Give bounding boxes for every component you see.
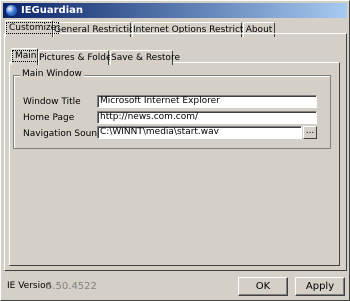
tab-customize-label: Customize — [6, 22, 60, 34]
subtab-main[interactable]: Main — [11, 48, 40, 65]
ie-version-value: 5.50.4522 — [46, 281, 97, 292]
browse-button[interactable]: ... — [303, 126, 317, 139]
apply-button[interactable]: Apply — [295, 277, 345, 296]
ie-version-label: IE Version — [7, 281, 52, 291]
home-page-input[interactable]: http://news.com.com/ — [97, 111, 317, 124]
ok-button[interactable]: OK — [238, 277, 288, 296]
window-title-label: Window Title — [23, 97, 81, 107]
subtab-pictures-folders-label: Pictures & Folders — [39, 53, 120, 63]
app-window: IEGuardian Customize General Restriction… — [0, 0, 350, 301]
window-title-input[interactable]: Microsoft Internet Explorer — [97, 95, 317, 108]
title-bar[interactable]: IEGuardian — [3, 3, 347, 18]
tab-customize[interactable]: Customize — [5, 20, 60, 37]
subtab-pictures-folders[interactable]: Pictures & Folders — [38, 50, 120, 65]
subtab-main-label: Main — [12, 50, 40, 62]
window-title: IEGuardian — [21, 5, 84, 16]
home-page-label: Home Page — [23, 113, 75, 123]
navigation-sound-label: Navigation Sound — [23, 129, 103, 139]
subtab-save-restore[interactable]: Save & Restore — [110, 50, 180, 65]
navigation-sound-input[interactable]: C:\WINNT\media\start.wav — [97, 126, 302, 139]
group-title: Main Window — [20, 69, 84, 79]
ieguardian-app-icon — [6, 5, 17, 16]
subtab-save-restore-label: Save & Restore — [111, 53, 180, 63]
